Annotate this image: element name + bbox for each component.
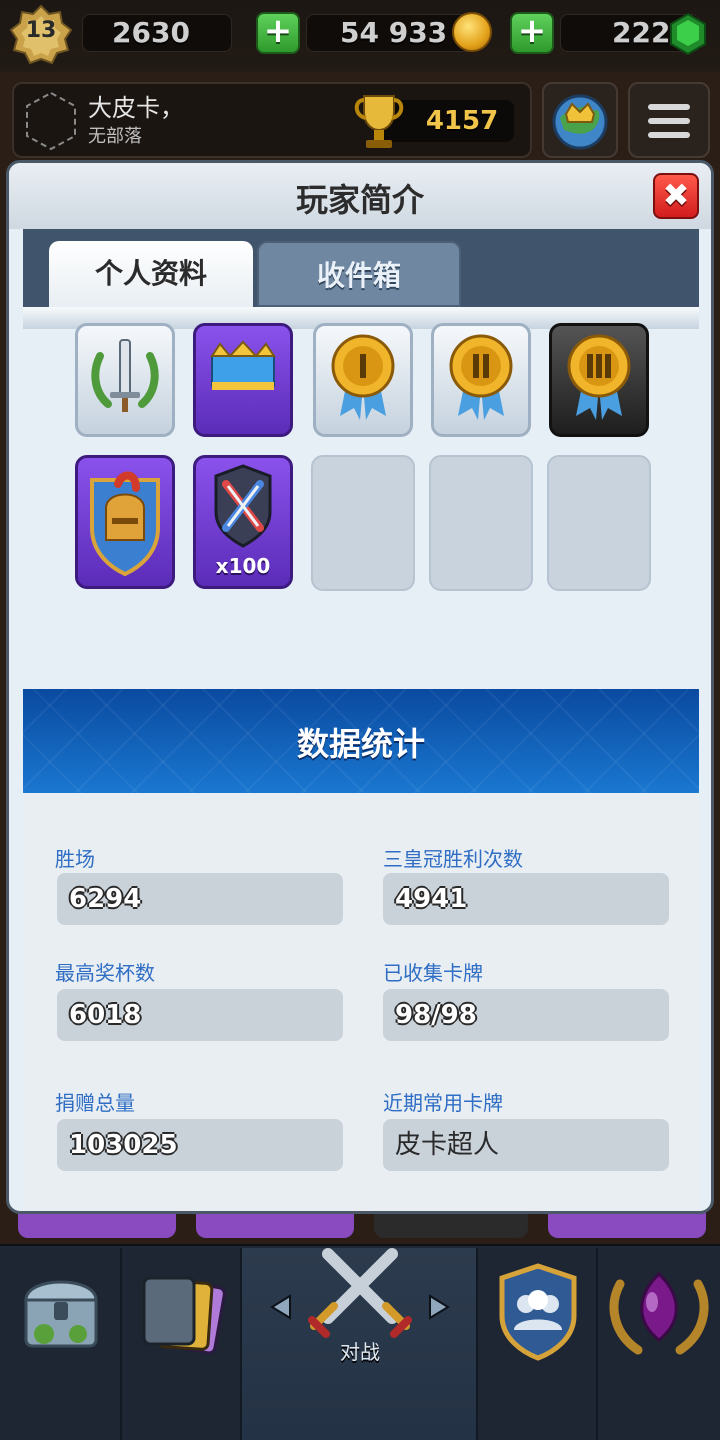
menu-line-icon <box>648 132 690 138</box>
player-profile-panel: 玩家简介 ✖ 个人资料 收件箱 x100 数据统计 胜场 6294 三皇冠胜利次… <box>6 160 714 1214</box>
stat-value-highest-trophies: 6018 <box>69 1000 142 1030</box>
stat-box-cards-found: 98/98 <box>383 989 669 1041</box>
stat-label-wins: 胜场 <box>55 847 95 871</box>
stat-label-cards-found: 已收集卡牌 <box>383 961 483 985</box>
tab-profile[interactable]: 个人资料 <box>49 241 253 307</box>
trophy-count: 4157 <box>425 106 499 136</box>
clan-shield-icon <box>499 1263 577 1361</box>
stats-title: 数据统计 <box>296 725 425 763</box>
trophy-icon <box>354 95 404 148</box>
stats-body: 胜场 6294 三皇冠胜利次数 4941 最高奖杯数 6018 已收集卡牌 98… <box>23 793 699 1211</box>
knight-helmet-icon <box>90 471 160 577</box>
badge-medal-iii[interactable] <box>549 323 649 437</box>
panel-title: 玩家简介 <box>295 181 424 219</box>
stat-value-three-crown-wins: 4941 <box>395 884 468 914</box>
gold-pill-value: 2630 <box>112 16 190 49</box>
close-button[interactable]: ✖ <box>653 173 699 219</box>
badge-slot-empty <box>547 455 651 591</box>
badge-medal-i[interactable] <box>313 323 413 437</box>
chevron-left-icon[interactable] <box>268 1294 292 1320</box>
menu-line-icon <box>648 118 690 124</box>
gems-value: 222 <box>612 16 671 49</box>
laurel-trophy-icon <box>609 1271 709 1355</box>
badge-crossed-swords-x100[interactable]: x100 <box>193 455 293 589</box>
badge-collection: x100 <box>23 323 699 687</box>
coins-value: 54 933 <box>340 16 448 49</box>
stat-box-total-donations: 103025 <box>57 1119 343 1171</box>
stat-box-wins: 6294 <box>57 873 343 925</box>
stat-label-three-crown-wins: 三皇冠胜利次数 <box>383 847 523 871</box>
stat-box-favorite-card[interactable]: 皮卡超人 <box>383 1119 669 1171</box>
stat-box-highest-trophies: 6018 <box>57 989 343 1041</box>
clan-badge-empty-icon <box>26 91 76 151</box>
badge-count-label: x100 <box>215 554 271 578</box>
stat-label-highest-trophies: 最高奖杯数 <box>55 961 155 985</box>
badge-crown[interactable] <box>193 323 293 437</box>
medal-i-icon <box>331 334 395 420</box>
stat-box-three-crown-wins: 4941 <box>383 873 669 925</box>
green-gem-icon <box>670 12 706 56</box>
stat-value-wins: 6294 <box>69 884 142 914</box>
badge-slot-empty <box>311 455 415 591</box>
menu-line-icon <box>648 104 690 110</box>
clan-name: 无部落 <box>88 126 142 147</box>
crown-icon <box>210 340 276 390</box>
crossed-swords-shield-icon <box>214 464 272 548</box>
add-gold-button[interactable]: + <box>256 12 300 54</box>
level-number: 13 <box>25 18 57 43</box>
badge-medal-ii[interactable] <box>431 323 531 437</box>
player-name: 大皮卡， <box>88 94 184 122</box>
nav-tab-clan[interactable] <box>478 1248 598 1440</box>
medal-ii-icon <box>449 334 513 420</box>
badge-laurel-sword[interactable] <box>75 323 175 437</box>
stat-label-favorite-card: 近期常用卡牌 <box>383 1091 503 1115</box>
laurel-sword-icon <box>91 339 159 412</box>
arena-map-button[interactable] <box>542 82 618 158</box>
chevron-right-icon[interactable] <box>428 1294 452 1320</box>
gold-coin-icon <box>452 12 492 52</box>
stat-value-cards-found: 98/98 <box>395 1000 477 1030</box>
stats-header: 数据统计 <box>23 689 699 793</box>
badge-slot-empty <box>429 455 533 591</box>
stat-label-total-donations: 捐赠总量 <box>55 1091 135 1115</box>
stat-value-total-donations: 103025 <box>69 1130 178 1160</box>
nav-tab-events[interactable] <box>598 1248 720 1440</box>
add-gems-button[interactable]: + <box>510 12 554 54</box>
badge-knight-helmet[interactable] <box>75 455 175 589</box>
globe-crown-icon <box>552 94 608 150</box>
stat-value-favorite-card: 皮卡超人 <box>395 1130 500 1160</box>
tab-inbox[interactable]: 收件箱 <box>257 241 461 307</box>
medal-iii-icon <box>567 334 631 420</box>
